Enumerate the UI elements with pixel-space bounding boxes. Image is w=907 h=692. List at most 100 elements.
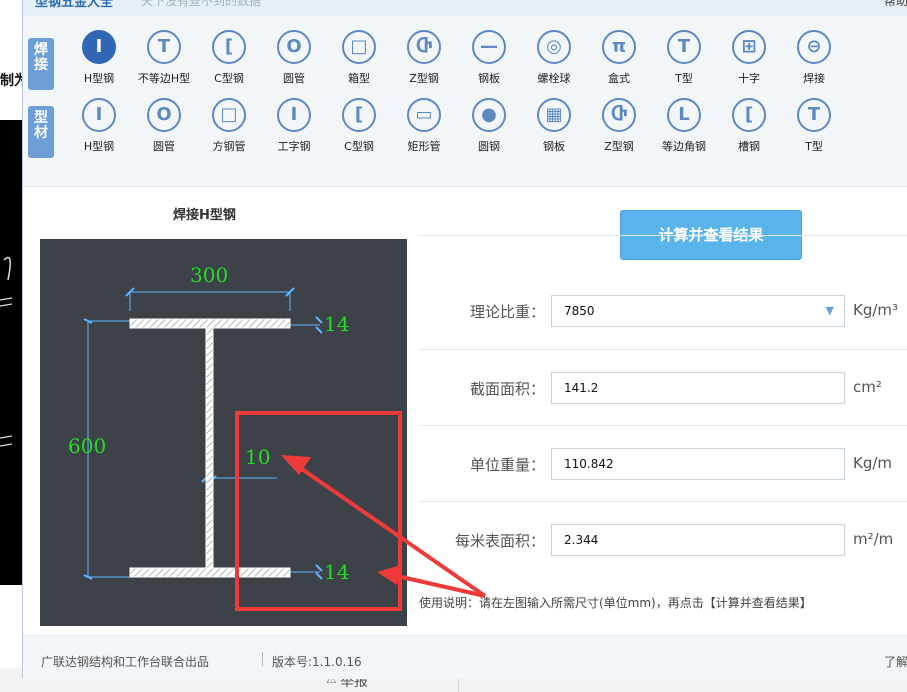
density-select[interactable]: 7850 ▼ bbox=[551, 295, 845, 327]
area-field[interactable]: 141.2 bbox=[551, 372, 845, 404]
tool-label: H型钢 bbox=[83, 140, 115, 153]
app-subtitle: 天下没有查不到的数据 bbox=[141, 0, 262, 8]
t-section-icon: T bbox=[797, 98, 831, 132]
version-label: 版本号:1.1.0.16 bbox=[272, 655, 362, 669]
tool-cross-section[interactable]: ⊞ 十字 bbox=[718, 30, 780, 86]
z-section-icon: Ⴇ bbox=[602, 98, 636, 132]
surface-area-label: 每米表面积： bbox=[454, 532, 545, 550]
learn-more-link[interactable]: 了解 bbox=[884, 653, 907, 670]
bolt-ball-icon: ◎ bbox=[537, 30, 571, 64]
tool-label: C型钢 bbox=[214, 72, 244, 85]
tool-z-section[interactable]: Ⴇ Z型钢 bbox=[588, 98, 650, 154]
tool-label: T型 bbox=[805, 140, 823, 153]
tool-c-channel[interactable]: [ C型钢 bbox=[328, 98, 390, 154]
tool-rect-tube[interactable]: ▭ 矩形管 bbox=[393, 98, 455, 154]
usage-note: 使用说明：请在左图输入所需尺寸(单位mm)，再点击【计算并查看结果】 bbox=[419, 596, 812, 610]
tool-t-section[interactable]: T T型 bbox=[783, 98, 845, 154]
tool-round-pipe[interactable]: O 圆管 bbox=[263, 30, 325, 86]
welded-icon: ⊖ bbox=[797, 30, 831, 64]
box-type-icon: π bbox=[602, 30, 636, 64]
square-tube-icon: □ bbox=[212, 98, 246, 132]
tool-t-section[interactable]: T T型 bbox=[653, 30, 715, 86]
main-panel: 焊接H型钢 300 600 14 10 14 计算并查看结果 理论比重： 785… bbox=[23, 187, 907, 635]
tool-label: 工字钢 bbox=[277, 140, 311, 153]
tool-label: 槽钢 bbox=[738, 140, 760, 153]
company-credit: 广联达钢结构和工作台联合出品 bbox=[41, 655, 210, 669]
section-toolbar: 焊接 I H型钢 T 不等边H型[C型钢 O 圆管 □ 箱型 Ⴇ Z型钢 — 钢板 ◎ 螺栓球 π 盒式 T T型… bbox=[23, 16, 907, 187]
tool-equal-angle[interactable]: L 等边角钢 bbox=[653, 98, 715, 154]
tool-label: H型钢 bbox=[83, 72, 115, 85]
tool-label: C型钢 bbox=[344, 140, 374, 153]
round-pipe-icon: O bbox=[147, 98, 181, 132]
c-channel-icon: [ bbox=[342, 98, 376, 132]
round-bar-icon: ● bbox=[472, 98, 506, 132]
weight-field[interactable]: 110.842 bbox=[551, 448, 845, 480]
tool-round-bar[interactable]: ● 圆钢 bbox=[458, 98, 520, 154]
app-title: 型钢五金大全 bbox=[35, 0, 114, 10]
h-beam-icon: I bbox=[82, 98, 116, 132]
tool-label: 盒式 bbox=[608, 72, 630, 85]
chevron-down-icon[interactable]: ▼ bbox=[826, 296, 834, 326]
area-label: 截面面积： bbox=[469, 380, 545, 398]
tool-label: 圆钢 bbox=[478, 140, 500, 153]
tool-label: 螺栓球 bbox=[537, 72, 571, 85]
tool-channel[interactable]: [ 槽钢 bbox=[718, 98, 780, 154]
surface-area-field[interactable]: 2.344 bbox=[551, 524, 845, 556]
tool-label: 十字 bbox=[738, 72, 760, 85]
tool-label: T型 bbox=[675, 72, 693, 85]
surface-area-unit: m²/m bbox=[853, 530, 894, 548]
tool-label: 圆管 bbox=[283, 72, 305, 85]
highlight-box bbox=[235, 411, 402, 611]
footer: 广联达钢结构和工作台联合出品 版本号:1.1.0.16 了解 bbox=[23, 635, 907, 679]
tool-steel-plate[interactable]: ▦ 钢板 bbox=[523, 98, 585, 154]
tool-box-type[interactable]: π 盒式 bbox=[588, 30, 650, 86]
tool-label: 不等边H型 bbox=[137, 72, 191, 85]
cross-section-icon: ⊞ bbox=[732, 30, 766, 64]
equal-angle-icon: L bbox=[667, 98, 701, 132]
title-bar: 型钢五金大全 天下没有查不到的数据 帮助 bbox=[23, 0, 907, 16]
tool-label: 矩形管 bbox=[407, 140, 441, 153]
channel-icon: [ bbox=[732, 98, 766, 132]
row-label-profiles[interactable]: 型材 bbox=[28, 106, 54, 158]
tool-label: Z型钢 bbox=[604, 140, 634, 153]
help-link[interactable]: 帮助 bbox=[884, 0, 907, 9]
tool-unequal-h-beam[interactable]: T 不等边H型 bbox=[133, 30, 195, 86]
tool-label: 箱型 bbox=[348, 72, 370, 85]
tool-box-section[interactable]: □ 箱型 bbox=[328, 30, 390, 86]
tool-c-channel[interactable]: [ C型钢 bbox=[198, 30, 260, 86]
box-section-icon: □ bbox=[342, 30, 376, 64]
arrow-to-flange bbox=[377, 565, 401, 585]
tool-label: 圆管 bbox=[153, 140, 175, 153]
row-label-welded[interactable]: 焊接 bbox=[28, 38, 54, 90]
tool-h-beam[interactable]: I H型钢 bbox=[68, 30, 130, 86]
tool-i-beam[interactable]: I 工字钢 bbox=[263, 98, 325, 154]
z-section-icon: Ⴇ bbox=[407, 30, 441, 64]
tool-label: 方钢管 bbox=[212, 140, 246, 153]
round-pipe-icon: O bbox=[277, 30, 311, 64]
tool-square-tube[interactable]: □ 方钢管 bbox=[198, 98, 260, 154]
unequal-h-beam-icon: T bbox=[147, 30, 181, 64]
weight-unit: Kg/m bbox=[853, 454, 893, 472]
tool-label: 焊接 bbox=[803, 72, 825, 85]
steel-plate-icon: — bbox=[472, 30, 506, 64]
tool-z-section[interactable]: Ⴇ Z型钢 bbox=[393, 30, 455, 86]
i-beam-icon: I bbox=[277, 98, 311, 132]
tool-label: 等边角钢 bbox=[662, 140, 706, 153]
steel-plate-icon: ▦ bbox=[537, 98, 571, 132]
app-window: 型钢五金大全 天下没有查不到的数据 帮助 焊接 I H型钢 T 不等边H型[C型钢 O 圆… bbox=[22, 0, 907, 679]
tool-bolt-ball[interactable]: ◎ 螺栓球 bbox=[523, 30, 585, 86]
c-channel-icon: [ bbox=[212, 30, 246, 64]
tool-steel-plate[interactable]: — 钢板 bbox=[458, 30, 520, 86]
rect-tube-icon: ▭ bbox=[407, 98, 441, 132]
tool-welded[interactable]: ⊖ 焊接 bbox=[783, 30, 845, 86]
tool-label: Z型钢 bbox=[409, 72, 439, 85]
t-section-icon: T bbox=[667, 30, 701, 64]
tool-label: 钢板 bbox=[543, 140, 565, 153]
tool-round-pipe[interactable]: O 圆管 bbox=[133, 98, 195, 154]
tool-label: 钢板 bbox=[478, 72, 500, 85]
area-unit: cm² bbox=[853, 378, 882, 396]
density-unit: Kg/m³ bbox=[853, 301, 899, 319]
tool-h-beam[interactable]: I H型钢 bbox=[68, 98, 130, 154]
density-label: 理论比重： bbox=[469, 303, 545, 321]
weight-label: 单位重量： bbox=[469, 456, 545, 474]
